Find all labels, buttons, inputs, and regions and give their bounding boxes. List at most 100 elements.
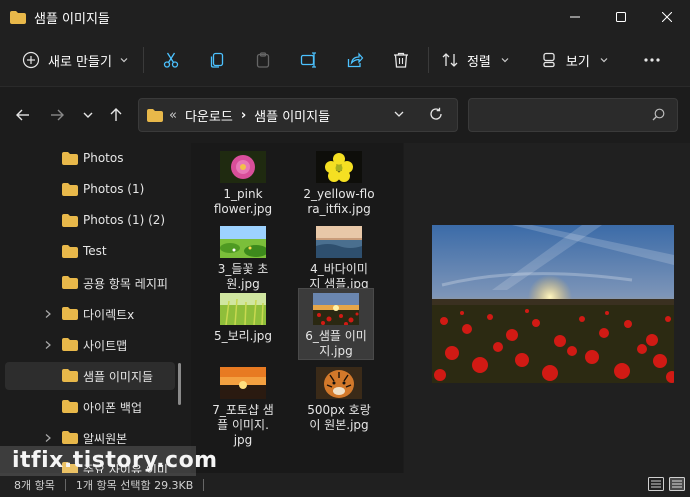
folder-icon [62,338,78,351]
navigation-row: « 다운로드 › 샘플 이미지들 [0,87,690,143]
scissors-icon [163,52,179,68]
breadcrumb-separator: › [240,107,247,123]
sidebar-item[interactable]: Test [5,238,175,266]
delete-button[interactable] [378,42,424,78]
file-item[interactable]: 3_들꽃 초 원.jpg [203,226,283,292]
image-thumbnail [220,367,266,399]
file-list: 1_pink flower.jpg 2_yellow-flo ra_itfix.jpg… [191,143,403,473]
window-controls [552,0,690,34]
sidebar-item[interactable]: 아이폰 백업 [5,393,175,421]
sidebar-item-label: 아이폰 백업 [83,401,143,415]
status-bar: 8개 항목 1개 항목 선택함 29.3KB [0,473,690,497]
file-name-line: 원.jpg [226,277,260,291]
file-item[interactable]: 7_포토샵 샘플 이미지. jpg [203,367,283,448]
chevron-down-icon [600,58,608,63]
file-name-line: 500px 호랑 [307,403,371,417]
chevron-down-icon [394,111,404,117]
copy-button[interactable] [194,42,240,78]
toolbar-divider [142,47,144,73]
breadcrumb-current[interactable]: 샘플 이미지들 [254,106,330,125]
window-title: 샘플 이미지들 [34,11,110,27]
file-item[interactable]: 4_바다이미 지 샘플.jpg [299,226,379,292]
back-button[interactable] [8,100,38,130]
sidebar-item-label: Photos (1) [83,182,145,196]
image-thumbnail [313,293,359,325]
tiles-view-icon [669,477,685,491]
plus-circle-icon [22,51,40,69]
file-name-line: flower.jpg [213,202,273,216]
view-button[interactable]: 보기 [532,42,617,78]
sidebar-scrollbar[interactable] [178,363,181,405]
refresh-icon [430,107,442,120]
image-thumbnail [220,151,266,183]
close-button[interactable] [644,0,690,34]
watermark-text: itfix.tistory.com [12,448,218,473]
selection-info: 1개 항목 선택함 29.3KB [75,479,194,492]
chevron-down-icon [83,112,93,118]
sidebar-item[interactable]: Photos (1) (2) [5,207,175,235]
file-name-line: 5_보리.jpg [213,329,273,343]
new-button[interactable]: 새로 만들기 [14,42,137,78]
title-bar: 샘플 이미지들 [0,0,690,34]
breadcrumb-downloads[interactable]: 다운로드 [185,106,233,125]
address-history-button[interactable] [393,108,405,124]
sidebar-item[interactable]: 사이트맵 [5,331,175,359]
sidebar-item-label: 사이트맵 [83,339,128,353]
large-icons-view-button[interactable] [669,477,685,494]
sidebar-item[interactable]: 샘플 이미지들 [5,362,175,390]
address-overflow[interactable]: « [169,108,177,123]
chevron-right-icon[interactable] [43,433,53,443]
view-icon [543,52,555,68]
share-button[interactable] [332,42,378,78]
file-item[interactable]: 500px 호랑 이 원본.jpg [299,367,379,433]
refresh-button[interactable] [429,107,443,125]
details-view-button[interactable] [648,477,664,494]
cut-button[interactable] [148,42,194,78]
paste-button[interactable] [240,42,286,78]
search-box[interactable] [468,98,678,132]
folder-icon [62,214,78,227]
sidebar-item[interactable]: 다이렉트x [5,300,175,328]
rename-button[interactable] [286,42,332,78]
share-icon [347,52,364,68]
sidebar-item-label: 다이렉트x [83,308,135,322]
file-item[interactable]: 1_pink flower.jpg [203,151,283,217]
folder-icon [147,108,163,122]
sort-button[interactable]: 정렬 [433,42,518,78]
file-name-line: 2_yellow-flo [303,187,375,201]
maximize-button[interactable] [598,0,644,34]
copy-icon [210,52,224,68]
chevron-right-icon[interactable] [43,340,53,350]
folder-icon [62,276,78,289]
navigation-pane: Photos Photos (1) Photos (1) (2) Test 공용 항목 … [0,143,190,473]
sidebar-item[interactable]: Photos (1) [5,176,175,204]
folder-icon [62,245,78,258]
preview-pane [404,143,690,473]
address-bar[interactable]: « 다운로드 › 샘플 이미지들 [138,98,458,132]
forward-button[interactable] [42,100,72,130]
sidebar-item[interactable]: Photos [5,145,175,173]
more-options-button[interactable] [629,42,675,78]
paste-icon [256,52,270,68]
chevron-right-icon[interactable] [43,309,53,319]
minimize-button[interactable] [552,0,598,34]
file-explorer-window: 샘플 이미지들 새로 만들기 정렬 보기 « 다운로드 › 샘플 이미지들 Ph… [0,0,690,497]
image-thumbnail [316,367,362,399]
search-icon [652,108,665,121]
file-name-line: 7_포토샵 샘 [212,403,274,417]
file-item[interactable]: 6_샘플 이미 지.jpg [298,288,374,360]
recent-locations-button[interactable] [73,100,103,130]
sort-icon [442,53,458,67]
file-item[interactable]: 2_yellow-flo ra_itfix.jpg [299,151,379,217]
up-button[interactable] [101,100,131,130]
file-item[interactable]: 5_보리.jpg [203,293,283,344]
close-icon [662,12,672,22]
folder-icon [10,10,26,24]
toolbar-divider [427,47,429,73]
preview-image [432,225,674,383]
file-name-line: 1_pink [223,187,263,201]
sidebar-item[interactable]: 공용 항목 레지피 [5,269,175,297]
command-bar: 새로 만들기 정렬 보기 [0,34,690,87]
sidebar-item-label: Test [83,244,107,258]
details-view-icon [648,477,664,491]
